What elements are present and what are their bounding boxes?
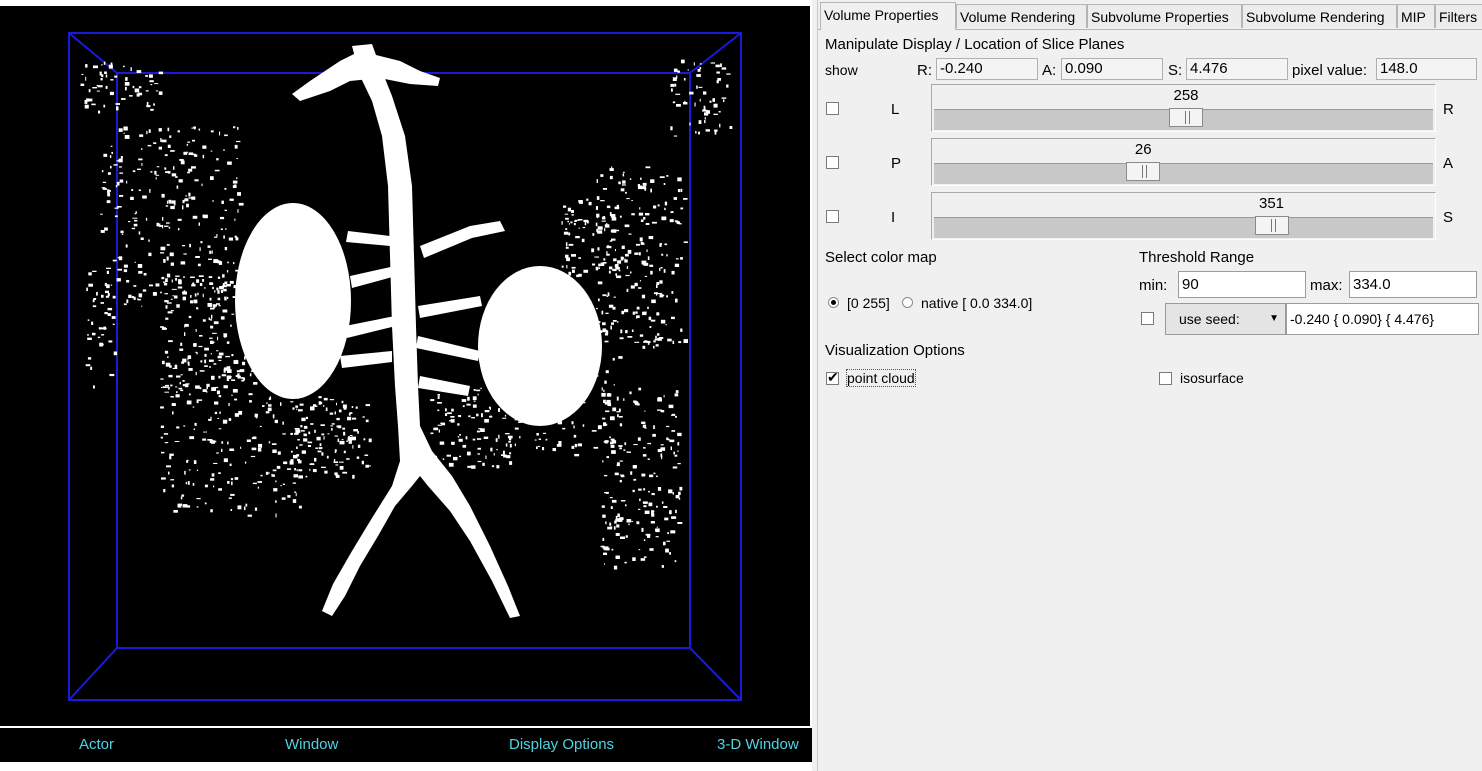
slider-frame: 26 [931,138,1436,186]
colormap-0-255-label: [0 255] [847,295,890,311]
slider-track[interactable] [934,217,1433,238]
volume-render-canvas[interactable] [0,6,810,726]
colormap-0-255-radio[interactable] [828,297,839,308]
colormap-native-label: native [ 0.0 334.0] [921,295,1033,311]
tab-volume-properties[interactable]: Volume Properties [820,2,956,30]
r-coordinate-field[interactable]: -0.240 [936,58,1038,80]
3d-window-button[interactable]: 3-D Window [717,736,799,753]
pixel-value-field[interactable]: 148.0 [1376,58,1477,80]
threshold-heading: Threshold Range [1139,249,1255,266]
slider-left-label: I [891,209,896,226]
s-label: S: [1168,62,1183,79]
use-seed-dropdown[interactable]: use seed: ▼ [1165,303,1286,335]
slice-plane-checkbox[interactable] [826,156,839,169]
tab-filters[interactable]: Filters [1435,4,1482,28]
r-label: R: [917,62,932,79]
use-seed-checkbox[interactable] [1141,312,1154,325]
viewer-bottom-strip [0,762,812,771]
slider-value: 351 [1259,195,1285,212]
volume-render-image [68,32,742,701]
max-label: max: [1310,277,1343,294]
slider-right-label: A [1443,155,1454,172]
s-coordinate-field[interactable]: 4.476 [1186,58,1288,80]
pixel-value-label: pixel value: [1292,62,1368,79]
slider-right-label: S [1443,209,1454,226]
vessel-structures [235,44,602,618]
slider-frame: 258 [931,84,1436,132]
tab-mip[interactable]: MIP [1397,4,1435,28]
tab-subvolume-rendering[interactable]: Subvolume Rendering [1242,4,1397,28]
slider-left-label: L [891,101,900,118]
slider-value: 258 [1173,87,1199,104]
slice-slider[interactable]: 258 [931,84,1436,132]
show-label: show [825,62,858,78]
viewer-toolbar: Actor Window Display Options 3-D Window [0,728,812,762]
slider-thumb[interactable] [1254,216,1289,235]
slice-slider[interactable]: 26 [931,138,1436,186]
viewer-panel: Actor Window Display Options 3-D Window [0,0,812,771]
slice-slider[interactable]: 351 [931,192,1436,240]
slider-thumb[interactable] [1169,108,1203,127]
min-label: min: [1139,277,1168,294]
slider-right-label: R [1443,101,1454,118]
point-cloud-checkbox[interactable] [826,369,839,386]
use-seed-label: use seed: [1179,311,1240,327]
isosurface-checkbox[interactable] [1159,372,1172,385]
slider-frame: 351 [931,192,1436,240]
visualization-options-heading: Visualization Options [825,342,965,359]
dropdown-arrow-icon: ▼ [1269,313,1279,324]
color-map-heading: Select color map [825,249,937,266]
properties-panel: Volume Properties Volume Rendering Subvo… [817,0,1482,771]
slice-planes-heading: Manipulate Display / Location of Slice P… [825,36,1125,53]
threshold-min-input[interactable]: 90 [1178,271,1306,298]
slider-thumb[interactable] [1126,162,1161,181]
slice-plane-checkbox[interactable] [826,102,839,115]
a-coordinate-field[interactable]: 0.090 [1061,58,1163,80]
a-label: A: [1042,62,1057,79]
display-options-button[interactable]: Display Options [509,736,614,753]
slider-track[interactable] [934,163,1433,184]
colormap-native-radio[interactable] [902,297,913,308]
slider-value: 26 [1134,141,1152,158]
window-button[interactable]: Window [285,736,338,753]
isosurface-label: isosurface [1180,370,1244,386]
slider-left-label: P [891,155,902,172]
threshold-max-input[interactable]: 334.0 [1349,271,1477,298]
actor-button[interactable]: Actor [79,736,114,753]
point-cloud-label: point cloud [846,369,916,387]
slice-plane-checkbox[interactable] [826,210,839,223]
tab-subvolume-properties[interactable]: Subvolume Properties [1087,4,1242,28]
seed-coordinates-field[interactable]: -0.240 { 0.090} { 4.476} [1286,303,1479,335]
tab-volume-rendering[interactable]: Volume Rendering [956,4,1087,28]
